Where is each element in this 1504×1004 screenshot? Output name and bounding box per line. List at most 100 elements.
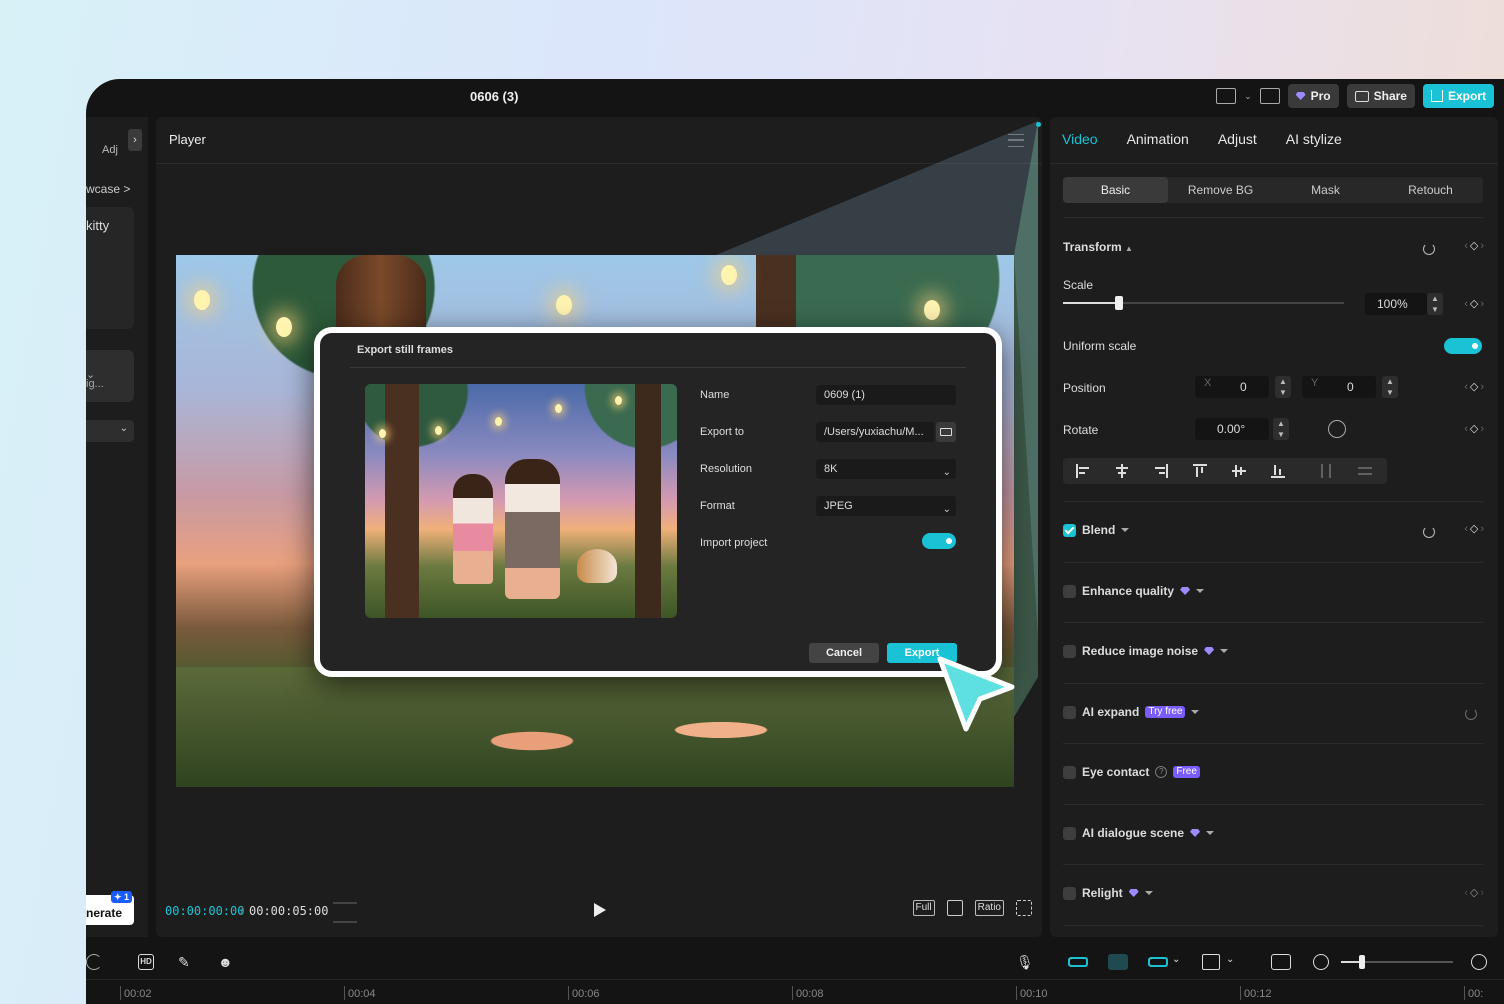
chevron-down-icon[interactable]: ⌄ bbox=[1226, 954, 1242, 970]
full-quality-button[interactable]: Full bbox=[912, 900, 935, 916]
align-center-h-icon[interactable] bbox=[1115, 464, 1129, 478]
position-x-stepper[interactable]: ▲ ▼ bbox=[1275, 376, 1291, 398]
chevron-down-icon[interactable]: ⌄ bbox=[1244, 91, 1252, 102]
blend-checkbox[interactable] bbox=[1063, 523, 1076, 537]
adjust-tab[interactable]: Adj bbox=[102, 144, 118, 156]
relight-row[interactable]: Relight bbox=[1063, 886, 1153, 900]
keyframe-icon[interactable]: ‹◇› bbox=[1464, 239, 1486, 252]
preview-light bbox=[379, 429, 386, 438]
snap-icon[interactable] bbox=[1108, 954, 1128, 970]
rotate-stepper[interactable]: ▲ ▼ bbox=[1273, 418, 1289, 440]
relight-checkbox[interactable] bbox=[1063, 886, 1076, 900]
format-select[interactable]: JPEG ⌄ bbox=[816, 496, 956, 516]
menu-icon[interactable] bbox=[1008, 134, 1024, 147]
magic-wand-icon[interactable]: ✎ bbox=[178, 954, 194, 970]
expand-panel-button[interactable]: › bbox=[128, 129, 142, 151]
zoom-slider-handle[interactable] bbox=[1359, 955, 1365, 969]
zoom-fit-icon[interactable] bbox=[946, 900, 963, 916]
align-top-icon[interactable] bbox=[1193, 464, 1207, 478]
timeline-ruler[interactable]: 00:02 00:04 00:06 00:08 00:10 00:12 00: bbox=[86, 979, 1504, 1004]
zoom-out-icon[interactable] bbox=[1313, 954, 1329, 970]
tab-video[interactable]: Video bbox=[1062, 131, 1098, 147]
ai-dialogue-row[interactable]: AI dialogue scene bbox=[1063, 826, 1215, 840]
enhance-quality-checkbox[interactable] bbox=[1063, 584, 1076, 598]
scale-input[interactable]: 100% bbox=[1365, 293, 1427, 315]
left-dropdown[interactable]: ig... ⌄ bbox=[86, 350, 134, 402]
align-center-v-icon[interactable] bbox=[1232, 464, 1246, 478]
resolution-select[interactable]: 8K ⌄ bbox=[816, 459, 956, 479]
loop-icon[interactable] bbox=[86, 954, 102, 970]
subtab-remove-bg[interactable]: Remove BG bbox=[1168, 177, 1273, 203]
tab-ai-stylize[interactable]: AI stylize bbox=[1286, 131, 1342, 147]
preview-axis-icon[interactable] bbox=[1202, 954, 1220, 970]
tab-animation[interactable]: Animation bbox=[1127, 131, 1189, 147]
grid-icon[interactable] bbox=[333, 902, 357, 923]
layout-icon[interactable] bbox=[1216, 88, 1237, 104]
pro-button[interactable]: Pro bbox=[1287, 84, 1339, 108]
uniform-scale-toggle[interactable] bbox=[1444, 338, 1482, 354]
blend-row[interactable]: Blend bbox=[1063, 523, 1130, 537]
subtab-mask[interactable]: Mask bbox=[1273, 177, 1378, 203]
ratio-button[interactable]: Ratio bbox=[974, 900, 1004, 916]
scale-slider-handle[interactable] bbox=[1115, 296, 1124, 310]
keyframe-icon[interactable]: ‹◇› bbox=[1464, 380, 1486, 393]
reduce-noise-checkbox[interactable] bbox=[1063, 644, 1076, 658]
export-button[interactable]: Export bbox=[1422, 84, 1494, 108]
subtab-basic[interactable]: Basic bbox=[1063, 177, 1168, 203]
align-left-icon[interactable] bbox=[1076, 464, 1090, 478]
name-field[interactable]: 0609 (1) bbox=[816, 385, 956, 405]
distribute-v-icon[interactable] bbox=[1358, 464, 1372, 478]
ai-dialogue-checkbox[interactable] bbox=[1063, 826, 1076, 840]
reset-icon[interactable] bbox=[1423, 243, 1435, 255]
scale-stepper[interactable]: ▲ ▼ bbox=[1427, 293, 1443, 315]
position-y-input[interactable]: Y0 bbox=[1302, 376, 1376, 398]
export-path-field[interactable]: /Users/yuxiachu/M... bbox=[816, 422, 934, 442]
transform-section[interactable]: Transform ▲ bbox=[1063, 240, 1133, 254]
reduce-noise-row[interactable]: Reduce image noise bbox=[1063, 644, 1229, 658]
keyboard-icon[interactable] bbox=[1259, 88, 1280, 104]
link-main-track-icon[interactable] bbox=[1068, 957, 1088, 967]
enhance-quality-row[interactable]: Enhance quality bbox=[1063, 584, 1205, 598]
rotate-input[interactable]: 0.00° bbox=[1195, 418, 1269, 440]
rotate-dial[interactable] bbox=[1328, 420, 1346, 438]
showcase-link[interactable]: wcase > bbox=[86, 182, 130, 196]
fullscreen-icon[interactable] bbox=[1016, 900, 1032, 916]
import-project-toggle[interactable] bbox=[922, 533, 956, 549]
align-right-icon[interactable] bbox=[1154, 464, 1168, 478]
hd-icon[interactable]: HD bbox=[138, 954, 154, 970]
keyframe-icon[interactable]: ‹◇› bbox=[1464, 886, 1486, 899]
help-icon[interactable]: ? bbox=[1155, 766, 1168, 778]
keyframe-icon[interactable]: ‹◇› bbox=[1464, 522, 1486, 535]
tab-adjust[interactable]: Adjust bbox=[1218, 131, 1257, 147]
eye-contact-row[interactable]: Eye contact? Free bbox=[1063, 765, 1200, 779]
item-card-label: kitty bbox=[86, 218, 110, 233]
chevron-down-icon[interactable]: ⌄ bbox=[1172, 954, 1188, 970]
screen-zoom-icon[interactable] bbox=[1271, 954, 1291, 970]
browse-folder-button[interactable] bbox=[936, 422, 956, 442]
preview-girl bbox=[453, 474, 493, 584]
reset-icon[interactable] bbox=[1465, 708, 1477, 720]
microphone-icon[interactable]: 🎙︎ bbox=[1016, 954, 1034, 970]
position-y-stepper[interactable]: ▲ ▼ bbox=[1382, 376, 1398, 398]
align-bottom-icon[interactable] bbox=[1271, 464, 1285, 478]
position-x-input[interactable]: X0 bbox=[1195, 376, 1269, 398]
keyframe-icon[interactable]: ‹◇› bbox=[1464, 422, 1486, 435]
play-icon[interactable] bbox=[594, 903, 606, 917]
share-button[interactable]: Share bbox=[1346, 84, 1415, 108]
zoom-in-icon[interactable] bbox=[1471, 954, 1487, 970]
zoom-slider[interactable] bbox=[1341, 955, 1453, 969]
ai-expand-row[interactable]: AI expand Try free bbox=[1063, 705, 1200, 719]
cancel-button[interactable]: Cancel bbox=[809, 643, 879, 663]
ai-expand-checkbox[interactable] bbox=[1063, 705, 1076, 719]
generate-button[interactable]: nerate ✦ 1 bbox=[86, 891, 134, 925]
keyframe-icon[interactable]: ‹◇› bbox=[1464, 297, 1486, 310]
reset-icon[interactable] bbox=[1423, 526, 1435, 538]
person-sparkle-icon[interactable]: ☻ bbox=[218, 954, 234, 970]
subtab-retouch[interactable]: Retouch bbox=[1378, 177, 1483, 203]
link-icon[interactable] bbox=[1148, 957, 1168, 967]
eye-contact-checkbox[interactable] bbox=[1063, 765, 1076, 779]
uniform-scale-label: Uniform scale bbox=[1063, 339, 1137, 353]
distribute-h-icon[interactable] bbox=[1319, 464, 1333, 478]
left-dropdown-2[interactable]: ⌄ bbox=[86, 420, 134, 442]
scale-slider[interactable] bbox=[1063, 296, 1344, 310]
